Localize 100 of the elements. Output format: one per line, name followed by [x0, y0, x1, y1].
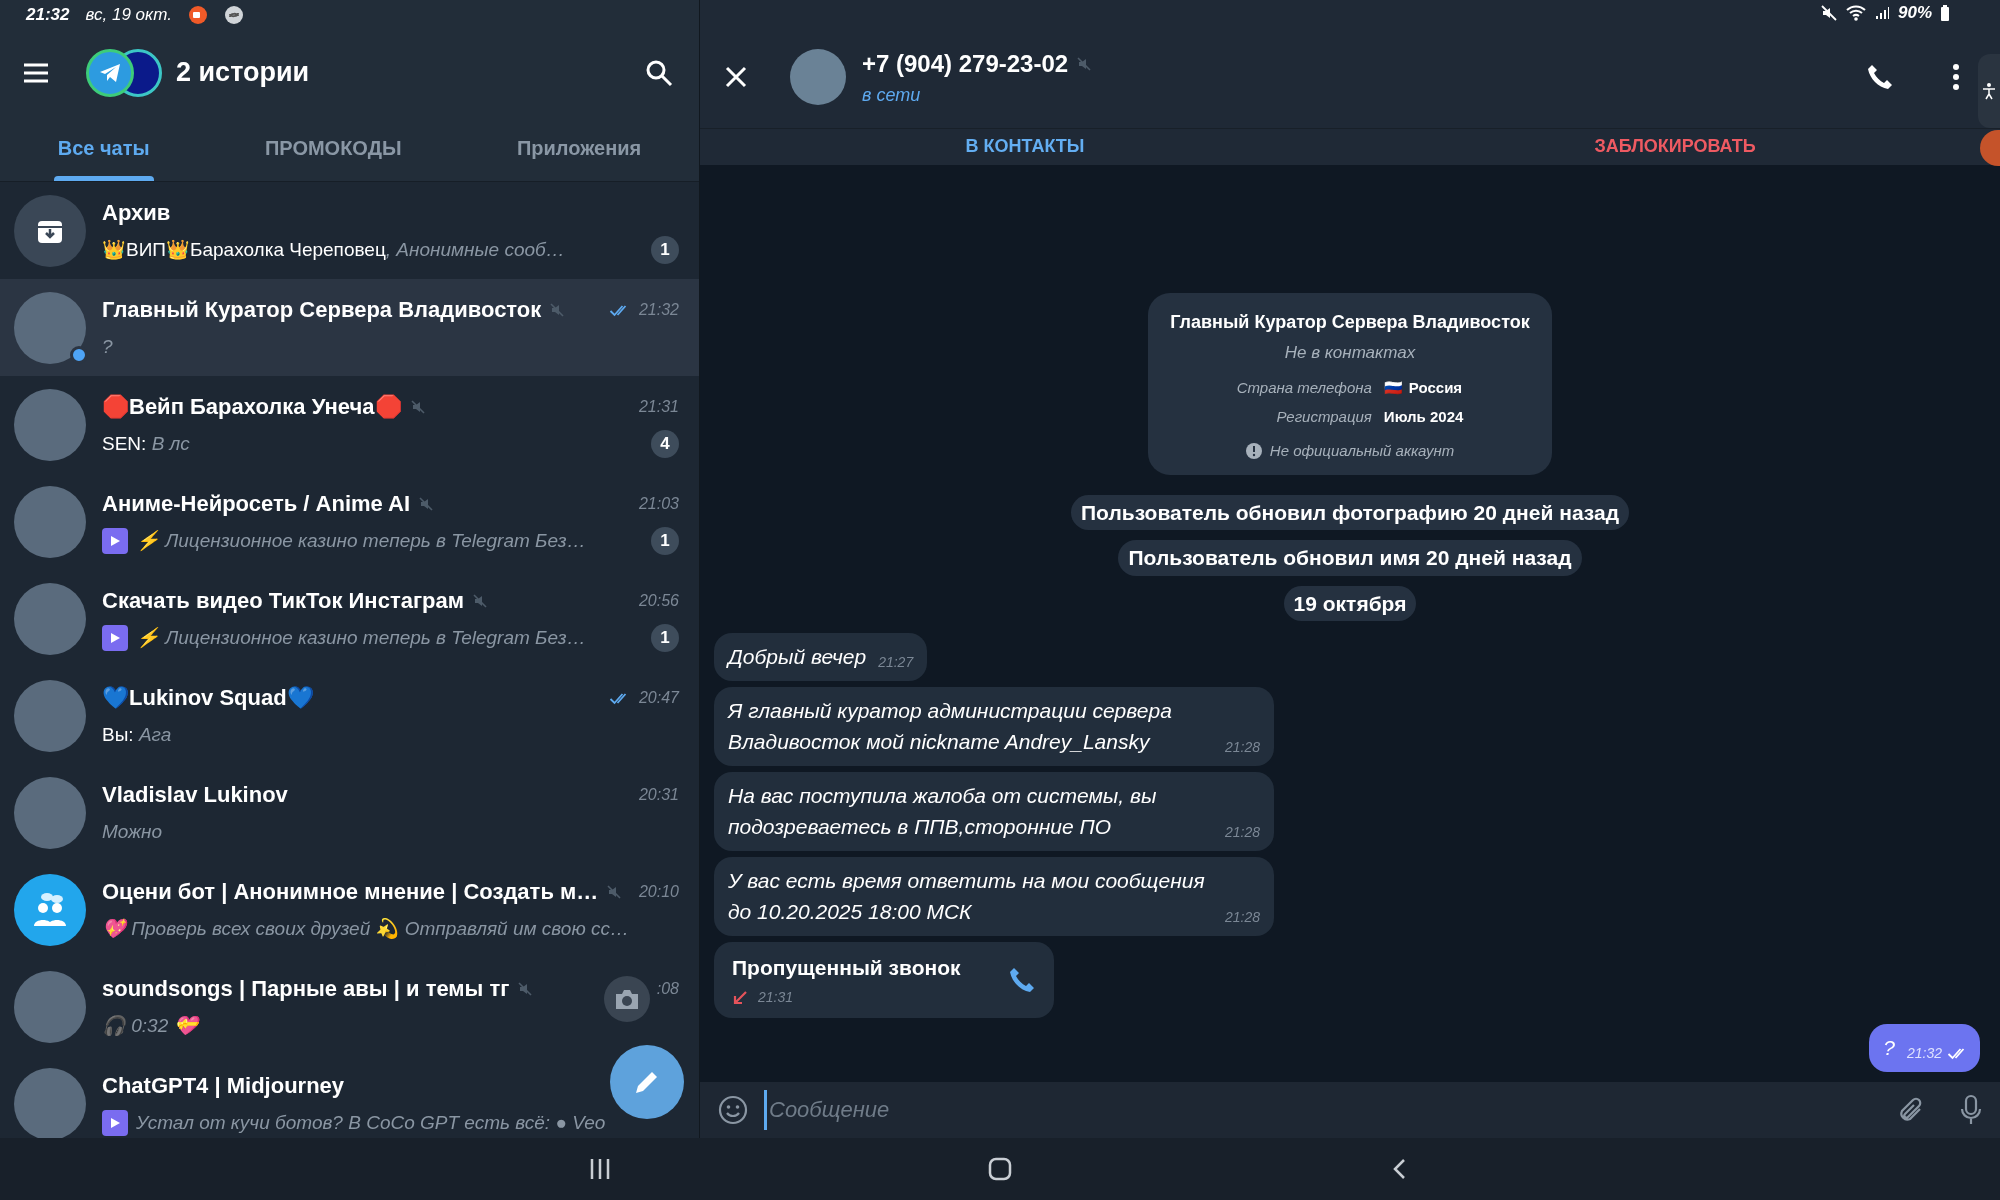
unread-badge: 4: [651, 430, 679, 458]
chat-list-item[interactable]: Скачать видео ТикТок Инстаграм 20:56 ⚡ Лицензионное казино теперь в Telegram Без… 1: [0, 570, 699, 667]
mute-status-icon: [1819, 3, 1838, 22]
accessibility-handle[interactable]: [1978, 54, 2000, 128]
message-preview: 👑ВИП👑Барахолка Череповец, Анонимные сооб…: [102, 237, 565, 262]
chat-name: Главный Куратор Сервера Владивосток: [102, 296, 542, 324]
message-preview: ?: [102, 334, 113, 359]
chat-name: Vladislav Lukinov: [102, 781, 288, 809]
message-text: Добрый вечер: [728, 644, 867, 670]
message-preview: 💖 Проверь всех своих друзей 💫 Отправляй им свою сс…: [102, 916, 629, 941]
chat-folder-tab[interactable]: Приложения: [512, 115, 646, 181]
message-preview: ⚡ Лицензионное казино теперь в Telegram Без…: [136, 528, 586, 553]
message-text: ?: [1883, 1035, 1895, 1061]
play-icon: [109, 632, 121, 644]
contact-status: Не в контактах: [1284, 341, 1416, 364]
unread-badge: 1: [651, 527, 679, 555]
chat-folder-tab[interactable]: Все чаты: [53, 115, 154, 181]
camera-icon: [614, 988, 640, 1010]
info-value: Июль 2024: [1383, 406, 1464, 427]
chat-list-item[interactable]: Архив 👑ВИП👑Барахолка Череповец, Анонимные сооб… 1: [0, 182, 699, 279]
more-icon[interactable]: [1952, 63, 1960, 92]
message-time: 21:28: [1224, 907, 1260, 927]
info-value: 🇷🇺 Россия: [1383, 378, 1464, 398]
chat-folder-tab[interactable]: ПРОМОКОДЫ: [260, 115, 406, 181]
info-label: Регистрация: [1275, 406, 1372, 427]
play-icon: [109, 1117, 121, 1129]
message-time: 21:31: [758, 988, 794, 1007]
message-input[interactable]: Сообщение: [764, 1089, 1882, 1130]
unread-badge: 1: [651, 236, 679, 264]
chat-list-item[interactable]: 🛑Вейп Барахолка Унеча🛑 21:31 SEN: В лс 4: [0, 376, 699, 473]
message-preview: 🎧 0:32 💝: [102, 1013, 198, 1038]
phone-icon[interactable]: [1866, 63, 1894, 92]
account-note: Не официальный аккаунт: [1269, 441, 1455, 461]
battery-icon: [1940, 3, 1950, 22]
message-time: 21:32: [1906, 1043, 1942, 1063]
chat-name: Аниме-Нейросеть / Anime AI: [102, 490, 411, 518]
service-message: Пользователь обновил фотографию 20 дней назад: [1071, 494, 1629, 530]
microphone-icon[interactable]: [1960, 1093, 1982, 1126]
signal-icon: [1873, 4, 1890, 21]
service-message: 19 октября: [1283, 585, 1417, 621]
chat-list-item[interactable]: ChatGPT4 | Midjourney Устал от кучи ботов? В CoCo GPT есть всё: ● Veo: [0, 1055, 699, 1138]
profile-name: Главный Куратор Сервера Владивосток: [1170, 310, 1530, 334]
camera-button[interactable]: [604, 976, 650, 1022]
chat-list-item[interactable]: Оцени бот | Анонимное мнение | Создать м… 20:10 💖 Проверь всех своих друзей 💫 Отправляй им свою сс…: [0, 861, 699, 958]
info-label: Страна телефона: [1236, 378, 1372, 398]
message-text: На вас поступила жалоба от системы, вы подозреваетесь в ППВ,сторонние ПО: [728, 782, 1158, 840]
call-label: Пропущенный звонок: [732, 954, 962, 981]
message-preview: Вы: Ага: [102, 722, 172, 747]
add-contact-button[interactable]: В КОНТАКТЫ: [957, 129, 1093, 165]
home-icon[interactable]: [987, 1156, 1013, 1182]
message-preview: SEN: В лс: [102, 431, 190, 456]
block-button[interactable]: ЗАБЛОКИРОВАТЬ: [1586, 129, 1764, 165]
chat-name: 💙Lukinov Squad💙: [102, 684, 314, 712]
chat-name: 🛑Вейп Барахолка Унеча🛑: [102, 393, 402, 421]
message-time: 21:27: [878, 652, 914, 672]
chat-time: 20:47: [638, 687, 679, 708]
missed-arrow-icon: [732, 989, 748, 1006]
chat-name: ChatGPT4 | Midjourney: [102, 1072, 345, 1100]
battery-percent: 90%: [1897, 2, 1932, 25]
search-icon[interactable]: [645, 58, 673, 87]
message-composer[interactable]: Сообщение: [700, 1081, 2000, 1138]
message-preview: Устал от кучи ботов? В CoCo GPT есть всё: ● Veo: [136, 1110, 606, 1135]
swirl-app-icon: [223, 5, 244, 25]
chat-list-item[interactable]: Vladislav Lukinov 20:31 Можно: [0, 764, 699, 861]
chat-list-item[interactable]: soundsongs | Парные авы | и темы тг :08 🎧 0:32 💝: [0, 958, 699, 1055]
person-icon: [1982, 82, 1996, 100]
message-preview: ⚡ Лицензионное казино теперь в Telegram Без…: [136, 625, 586, 650]
chat-name: Оцени бот | Анонимное мнение | Создать м…: [102, 878, 599, 906]
status-time: 21:32: [26, 4, 70, 27]
unread-badge: 1: [651, 624, 679, 652]
wifi-icon: [1845, 3, 1866, 22]
chat-time: 20:10: [638, 881, 679, 902]
chat-time: 21:03: [638, 493, 679, 514]
chat-time: 20:31: [638, 784, 679, 805]
header-title: 2 истории: [176, 56, 310, 90]
recorder-app-icon: [187, 5, 208, 25]
chat-time: 21:32: [638, 299, 679, 320]
chat-time: 21:31: [638, 396, 679, 417]
message-text: У вас есть время ответить на мои сообщения до 10.20.2025 18:00 МСК: [728, 867, 1206, 925]
chat-time: 20:56: [638, 590, 679, 611]
emoji-icon[interactable]: [718, 1094, 748, 1125]
message-preview: Можно: [102, 819, 163, 844]
play-icon: [109, 535, 121, 547]
chat-name: Скачать видео ТикТок Инстаграм: [102, 587, 464, 615]
chat-name: soundsongs | Парные авы | и темы тг: [102, 975, 510, 1003]
online-status: в сети: [862, 83, 922, 107]
chat-time: :08: [656, 978, 679, 999]
service-message: Пользователь обновил имя 20 дней назад: [1118, 540, 1582, 576]
chat-list-item[interactable]: Аниме-Нейросеть / Anime AI 21:03 ⚡ Лицензионное казино теперь в Telegram Без… 1: [0, 473, 699, 570]
message-text: Я главный куратор администрации сервера Владивосток мой nickname Andrey_Lansky: [728, 697, 1173, 755]
chat-list-item[interactable]: Главный Куратор Сервера Владивосток 21:32 ?: [0, 279, 699, 376]
message-time: 21:28: [1224, 737, 1260, 757]
chat-list-item[interactable]: 💙Lukinov Squad💙 20:47 Вы: Ага: [0, 667, 699, 764]
message-time: 21:28: [1224, 822, 1260, 842]
chat-name: Архив: [102, 199, 171, 227]
close-icon[interactable]: [724, 65, 748, 90]
menu-icon[interactable]: [22, 61, 50, 84]
status-date: вс, 19 окт.: [85, 4, 172, 27]
info-icon: [1245, 443, 1262, 460]
chat-title: +7 (904) 279-23-02: [862, 48, 1069, 79]
